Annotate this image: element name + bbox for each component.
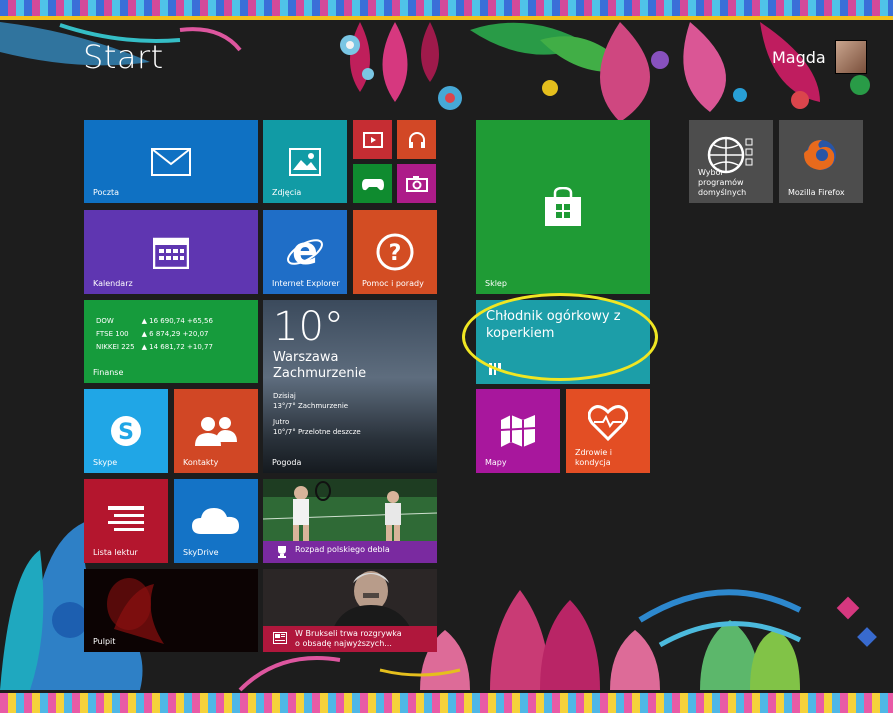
weather-tomorrow-value: 10°/7° Przelotne deszcze: [273, 428, 361, 436]
tile-skydrive[interactable]: SkyDrive: [174, 479, 258, 563]
tile-mail[interactable]: Poczta: [84, 120, 258, 203]
quote-name: FTSE 100: [96, 330, 129, 338]
store-bag-icon: [545, 187, 581, 226]
sport-headline: Rozpad polskiego debla: [295, 545, 390, 554]
tile-health[interactable]: Zdrowie i kondycja: [566, 389, 650, 473]
tile-label: Pogoda: [272, 458, 302, 467]
tile-label: Kalendarz: [93, 279, 133, 288]
quote-name: DOW: [96, 317, 114, 325]
tile-label: Pulpit: [93, 637, 116, 646]
quote-value: ▲ 14 681,72 +10,77: [141, 343, 213, 351]
svg-text:e: e: [292, 232, 318, 272]
firefox-icon: [804, 139, 836, 170]
user-name[interactable]: Magda: [772, 48, 826, 67]
tile-label: Skype: [93, 458, 118, 467]
tile-label: SkyDrive: [183, 548, 219, 557]
tile-label: Sklep: [485, 279, 507, 288]
tile-label: Zdjęcia: [272, 188, 302, 197]
newspaper-icon: [273, 632, 287, 644]
news-headline: W Brukseli trwa rozgrywka o obsadę najwy…: [295, 629, 402, 648]
trophy-icon: [278, 546, 286, 558]
tile-desktop[interactable]: Pulpit: [84, 569, 258, 652]
map-icon: [500, 415, 536, 447]
tile-label: Poczta: [93, 188, 120, 197]
quote-name: NIKKEI 225: [96, 343, 135, 351]
tile-store[interactable]: Sklep: [476, 120, 650, 294]
tile-music[interactable]: [397, 120, 436, 159]
weather-tomorrow-label: Jutro: [273, 418, 290, 426]
quote-value: ▲ 16 690,74 +65,56: [141, 317, 213, 325]
tile-help[interactable]: ? Pomoc i porady: [353, 210, 437, 294]
tile-camera[interactable]: [397, 164, 436, 203]
sport-caption: Rozpad polskiego debla: [263, 541, 437, 563]
highlight-ellipse: [462, 293, 658, 381]
weather-today-label: Dzisiaj: [273, 392, 296, 400]
calendar-icon: [153, 237, 189, 269]
top-pattern-border: [0, 0, 893, 20]
tile-games[interactable]: [353, 164, 392, 203]
gamepad-icon: [361, 178, 384, 190]
tile-weather[interactable]: 10° Warszawa Zachmurzenie Dzisiaj 13°/7°…: [263, 300, 437, 473]
camera-icon: [405, 175, 428, 192]
weather-temperature: 10°: [273, 304, 344, 350]
avatar[interactable]: [835, 40, 867, 74]
tile-skype[interactable]: S Skype: [84, 389, 168, 473]
news-caption: W Brukseli trwa rozgrywka o obsadę najwy…: [263, 626, 437, 652]
weather-city: Warszawa: [273, 350, 339, 365]
tile-finance[interactable]: DOW ▲ 16 690,74 +65,56 FTSE 100 ▲ 6 874,29…: [84, 300, 258, 383]
skype-icon: S: [111, 416, 141, 446]
cloud-icon: [192, 508, 239, 534]
tile-label: Zdrowie i kondycja: [575, 448, 613, 467]
tennis-photo: [263, 479, 437, 541]
svg-text:?: ?: [389, 241, 402, 266]
tile-label: Pomoc i porady: [362, 279, 424, 288]
tile-news[interactable]: W Brukseli trwa rozgrywka o obsadę najwy…: [263, 569, 437, 652]
mail-icon: [151, 147, 191, 176]
help-icon: ?: [376, 233, 414, 271]
weather-condition: Zachmurzenie: [273, 366, 367, 381]
video-icon: [362, 131, 383, 148]
tile-label: Internet Explorer: [272, 279, 340, 288]
tile-label: Wybór programów domyślnych: [698, 168, 747, 197]
tile-calendar[interactable]: Kalendarz: [84, 210, 258, 294]
tile-firefox[interactable]: Mozilla Firefox: [779, 120, 863, 203]
tile-label: Mapy: [485, 458, 507, 467]
tile-default-programs[interactable]: Wybór programów domyślnych: [689, 120, 773, 203]
reading-list-icon: [108, 506, 144, 531]
tile-label: Finanse: [93, 368, 124, 377]
headphones-icon: [408, 131, 425, 148]
tile-label: Kontakty: [183, 458, 219, 467]
tile-sport[interactable]: Rozpad polskiego debla: [263, 479, 437, 563]
svg-text:S: S: [118, 420, 134, 445]
photo-icon: [289, 147, 321, 176]
tile-video[interactable]: [353, 120, 392, 159]
tile-photos[interactable]: Zdjęcia: [263, 120, 347, 203]
people-icon: [195, 417, 237, 446]
bottom-pattern-border: [0, 693, 893, 713]
tile-maps[interactable]: Mapy: [476, 389, 560, 473]
tile-label: Lista lektur: [93, 548, 138, 557]
news-photo: [263, 569, 437, 629]
finance-quotes: DOW ▲ 16 690,74 +65,56 FTSE 100 ▲ 6 874,29…: [94, 314, 220, 355]
tile-internet-explorer[interactable]: e Internet Explorer: [263, 210, 347, 294]
heart-pulse-icon: [588, 404, 628, 441]
quote-value: ▲ 6 874,29 +20,07: [141, 330, 209, 338]
tile-reading-list[interactable]: Lista lektur: [84, 479, 168, 563]
tile-label: Mozilla Firefox: [788, 188, 845, 197]
weather-today-value: 13°/7° Zachmurzenie: [273, 402, 349, 410]
internet-explorer-icon: e: [287, 232, 323, 272]
tile-contacts[interactable]: Kontakty: [174, 389, 258, 473]
page-title: Start: [83, 38, 164, 76]
